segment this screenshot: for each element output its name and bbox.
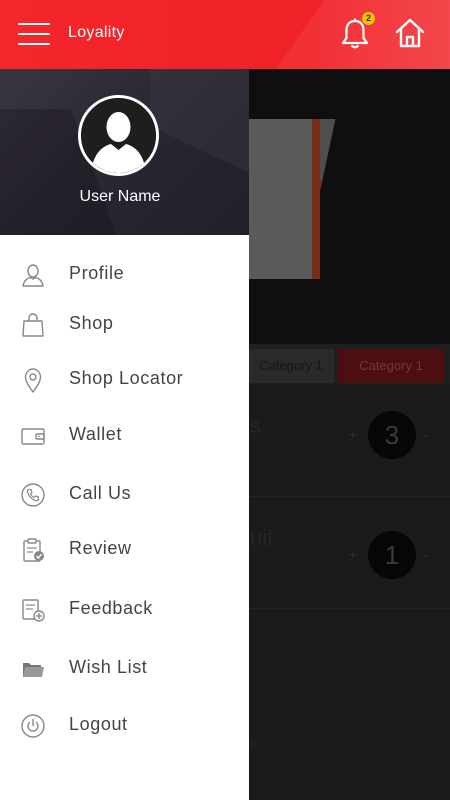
menu-item-review[interactable]: Review <box>0 524 249 574</box>
category-tab-active: Category 1 <box>338 349 444 383</box>
menu-item-logout[interactable]: Logout <box>0 700 249 750</box>
power-icon <box>21 714 45 738</box>
increment-sign: + <box>348 547 358 564</box>
home-icon[interactable] <box>394 17 426 49</box>
product-title-fragment: uit <box>250 525 274 550</box>
clipboard-check-icon <box>23 538 44 562</box>
menu-item-label: Review <box>69 538 132 558</box>
menu-item-wallet[interactable]: Wallet <box>0 410 249 460</box>
hamburger-icon[interactable] <box>18 22 50 46</box>
menu-item-feedback[interactable]: Feedback <box>0 584 249 634</box>
menu-item-label: Profile <box>69 263 125 283</box>
menu-item-wish-list[interactable]: Wish List <box>0 643 249 693</box>
app-title: Loyality <box>68 24 125 41</box>
product-title-fragment: s <box>250 413 261 438</box>
folder-icon <box>23 663 44 677</box>
quantity-badge: 1 <box>368 531 416 579</box>
menu-item-shop-locator[interactable]: Shop Locator <box>0 354 249 404</box>
decrement-sign: - <box>424 427 430 444</box>
menu-item-label: Feedback <box>69 598 153 618</box>
shopping-bag-icon <box>22 313 44 337</box>
phone-icon <box>21 483 45 507</box>
app-bar: Loyality 2 <box>0 0 450 69</box>
wallet-icon <box>21 428 45 445</box>
menu-item-label: Logout <box>69 714 128 734</box>
user-silhouette-icon <box>81 98 156 173</box>
quantity-badge: 3 <box>368 411 416 459</box>
menu-item-shop[interactable]: Shop <box>0 299 249 349</box>
navigation-drawer: User Name Profile Shop Shop Locator Wall… <box>0 69 249 800</box>
menu-item-call-us[interactable]: Call Us <box>0 469 249 519</box>
banner-shirt-body <box>248 119 320 279</box>
category-tab: Category 1 <box>248 349 334 383</box>
notification-badge: 2 <box>362 12 375 25</box>
menu-item-label: Shop Locator <box>69 368 184 388</box>
location-pin-icon <box>24 368 42 393</box>
drawer-header: User Name <box>0 69 249 235</box>
menu-item-profile[interactable]: Profile <box>0 249 249 299</box>
avatar[interactable] <box>78 95 159 176</box>
decrement-sign: - <box>424 547 430 564</box>
user-name: User Name <box>79 188 161 205</box>
user-icon <box>22 264 44 287</box>
feedback-form-icon <box>22 599 45 622</box>
menu-item-label: Call Us <box>69 483 132 503</box>
menu-item-label: Shop <box>69 313 114 333</box>
menu-item-label: Wallet <box>69 424 122 444</box>
menu-item-label: Wish List <box>69 657 148 677</box>
increment-sign: + <box>348 427 358 444</box>
background-footer-text: e <box>250 737 257 751</box>
